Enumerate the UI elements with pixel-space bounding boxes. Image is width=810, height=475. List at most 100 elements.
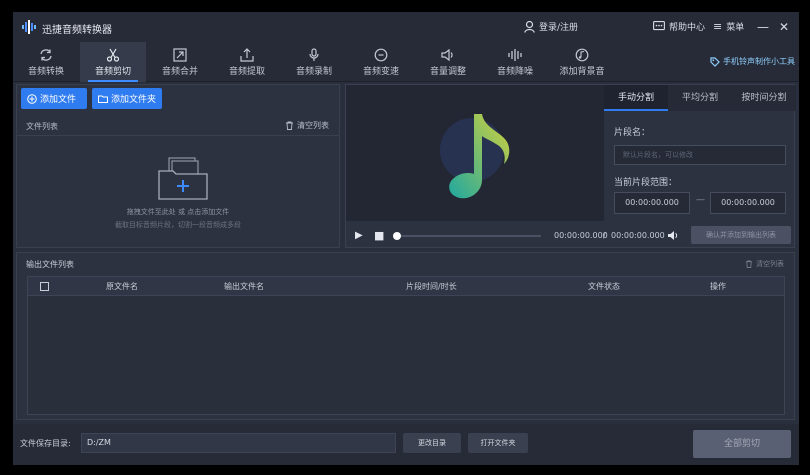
tool-label: 音频降噪 [496,67,533,77]
tool-audio-cut[interactable]: 音频剪切 [80,42,146,82]
segment-range-label: 当前片段范围： [614,178,678,188]
app-logo-icon [22,20,36,34]
tool-label: 音频提取 [228,67,265,77]
column-segment-time: 片段时间/时长 [406,282,457,291]
app-window: 迅捷音频转换器 登录/注册 帮助中心 ≡ 菜单 — ✕ 音频转换 音频剪切 音频… [13,12,799,465]
scissors-icon [106,48,120,62]
range-dash: — [696,195,705,205]
hamburger-icon: ≡ [713,20,723,33]
segment-name-label: 片段名： [614,128,651,138]
menu-button[interactable]: ≡ 菜单 [713,20,744,33]
cut-all-button[interactable]: 全部剪切 [693,430,791,458]
clear-file-list-button[interactable]: 清空列表 [285,120,329,131]
tool-label: 添加背景音 [559,67,605,77]
login-label: 登录/注册 [539,23,579,33]
tool-audio-record[interactable]: 音频录制 [281,42,347,82]
folder-icon [98,95,108,103]
tool-audio-speed[interactable]: 音频变速 [348,42,414,82]
add-folder-button[interactable]: 添加文件夹 [92,88,162,109]
add-files-folder-icon[interactable] [157,155,211,201]
time-separator: / [603,231,606,240]
segment-start-time-input[interactable]: 00:00:00.000 [614,192,690,214]
help-center-button[interactable]: 帮助中心 [653,20,705,33]
column-output-name: 输出文件名 [224,282,264,291]
tool-label: 音量调整 [429,67,466,77]
segment-end-time-input[interactable]: 00:00:00.000 [710,192,786,214]
login-button[interactable]: 登录/注册 [524,20,578,33]
output-table-body [27,296,785,415]
column-actions: 操作 [710,282,726,291]
player-split-panel: 手动分割 平均分割 按时间分割 片段名： 默认片段名，可以修改 当前片段范围： … [345,84,796,248]
phone-tool-label: 手机铃声制作小工具 [723,57,795,66]
clear-list-label: 清空列表 [297,121,329,130]
clear-output-list-button[interactable]: 清空列表 [745,259,784,269]
tab-even-split[interactable]: 平均分割 [668,85,732,111]
tab-manual-split[interactable]: 手动分割 [604,85,668,111]
close-button[interactable]: ✕ [776,19,792,35]
tool-label: 音频录制 [295,67,332,77]
help-label: 帮助中心 [669,23,706,33]
tag-icon [710,56,720,67]
column-source-name: 原文件名 [106,282,138,291]
minimize-button[interactable]: — [755,19,771,35]
current-time: 00:00:00.000 [554,231,608,240]
volume-icon[interactable] [667,230,679,241]
output-list-title: 输出文件列表 [26,260,74,269]
tool-volume-adjust[interactable]: 音量调整 [415,42,481,82]
music-note-icon [449,114,510,199]
tool-label: 音频合并 [161,67,198,77]
change-dir-button[interactable]: 更改目录 [403,433,461,453]
split-mode-tabs: 手动分割 平均分割 按时间分割 [604,85,796,111]
total-time: 00:00:00.000 [611,231,665,240]
user-icon [524,20,535,33]
title-bar: 迅捷音频转换器 登录/注册 帮助中心 ≡ 菜单 — ✕ [13,12,799,42]
trash-icon [286,121,293,130]
audio-preview-area [346,85,604,221]
save-dir-label: 文件保存目录: [20,439,71,448]
file-panel: 添加文件 添加文件夹 文件列表 清空列表 拖拽文件至此处 或 点击添加文件 截取… [16,84,340,248]
speed-icon [374,48,388,62]
progress-slider[interactable] [393,232,541,240]
playback-controls: ▶ ■ 00:00:00.000 / 00:00:00.000 确认并添加到输出… [346,225,796,247]
add-folder-label: 添加文件夹 [111,95,157,105]
tool-label: 音频剪切 [94,67,131,77]
phone-ringtone-tool-link[interactable]: 手机铃声制作小工具 [710,56,795,67]
app-title: 迅捷音频转换器 [42,25,112,36]
stop-icon[interactable]: ■ [374,229,384,242]
extract-icon [240,48,254,62]
convert-icon [40,49,52,61]
output-table-header: 原文件名 输出文件名 片段时间/时长 文件状态 操作 [27,276,785,296]
footer-bar: 文件保存目录: D:/ZM 更改目录 打开文件夹 全部剪切 [13,424,799,465]
output-panel: 输出文件列表 清空列表 原文件名 输出文件名 片段时间/时长 文件状态 操作 [16,252,795,420]
tool-audio-denoise[interactable]: 音频降噪 [482,42,548,82]
add-file-button[interactable]: 添加文件 [21,88,87,109]
select-all-checkbox[interactable] [40,282,49,291]
chat-help-icon [653,21,665,31]
confirm-add-to-output-button[interactable]: 确认并添加到输出列表 [691,226,791,244]
main-toolbar: 音频转换 音频剪切 音频合并 音频提取 音频录制 音频变速 音量调整 音频降噪 … [13,42,799,82]
progress-knob[interactable] [393,232,401,240]
drop-hint-secondary: 截取目标音频片段，切割一段音频成多段 [115,221,241,229]
tool-label: 音频变速 [362,67,399,77]
tool-audio-convert[interactable]: 音频转换 [13,42,79,82]
merge-icon [173,48,187,62]
tool-add-background[interactable]: 添加背景音 [549,42,615,82]
play-icon[interactable]: ▶ [355,230,363,241]
file-list-label: 文件列表 [26,122,58,131]
microphone-icon [309,48,319,61]
save-dir-input[interactable]: D:/ZM [81,433,396,453]
tool-audio-extract[interactable]: 音频提取 [214,42,280,82]
column-file-status: 文件状态 [588,282,620,291]
tab-time-split[interactable]: 按时间分割 [732,85,796,111]
segment-name-input[interactable]: 默认片段名，可以修改 [614,145,786,165]
open-folder-button[interactable]: 打开文件夹 [468,433,528,453]
divider [17,135,339,136]
menu-label: 菜单 [726,23,745,33]
add-file-label: 添加文件 [40,95,77,105]
tool-audio-merge[interactable]: 音频合并 [147,42,213,82]
music-disc-icon [575,48,589,62]
drop-hint-primary: 拖拽文件至此处 或 点击添加文件 [126,208,230,216]
tool-label: 音频转换 [27,67,64,77]
trash-icon [745,260,753,268]
denoise-icon [508,49,522,61]
